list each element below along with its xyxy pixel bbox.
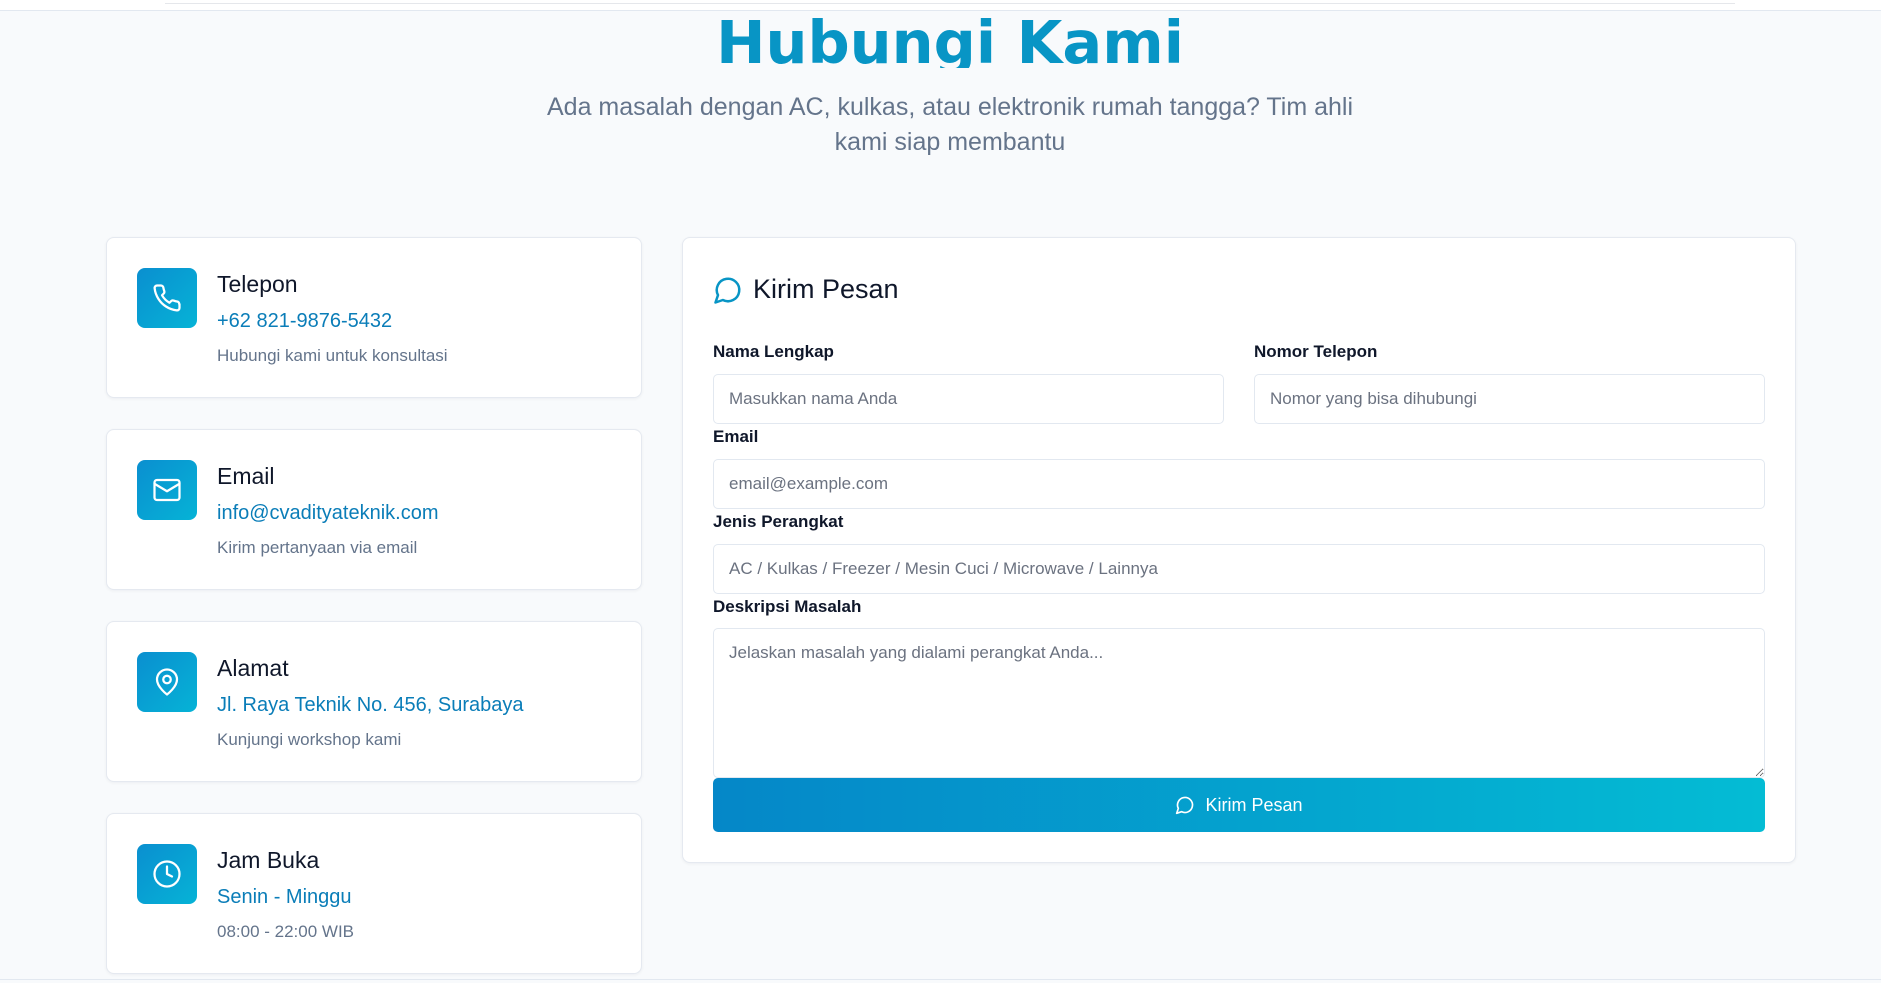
contact-card-address: Alamat Jl. Raya Teknik No. 456, Surabaya… [106, 621, 642, 782]
contact-phone-link[interactable]: +62 821-9876-5432 [217, 310, 392, 333]
submit-message-button[interactable]: Kirim Pesan [713, 778, 1765, 832]
contact-email-link[interactable]: info@cvadityateknik.com [217, 502, 439, 525]
contact-card-email: Email info@cvadityateknik.com Kirim pert… [106, 429, 642, 590]
name-input[interactable] [713, 374, 1224, 424]
problem-description-label: Deskripsi Masalah [713, 597, 862, 616]
device-type-input[interactable] [713, 544, 1765, 594]
message-circle-icon [714, 277, 741, 304]
clock-icon [137, 844, 197, 904]
contact-card-phone: Telepon +62 821-9876-5432 Hubungi kami u… [106, 237, 642, 398]
device-type-label: Jenis Perangkat [713, 512, 844, 531]
message-circle-icon [1176, 796, 1194, 815]
email-label: Email [713, 427, 759, 446]
contact-card-title: Jam Buka [217, 847, 320, 873]
contact-form-card: Kirim Pesan Nama Lengkap Nomor Telepon E… [682, 237, 1796, 863]
submit-button-label: Kirim Pesan [1205, 794, 1303, 815]
contact-card-description: Kunjungi workshop kami [217, 730, 402, 749]
contact-address-link[interactable]: Jl. Raya Teknik No. 456, Surabaya [217, 694, 523, 717]
name-label: Nama Lengkap [713, 342, 834, 361]
page-title: Hubungi Kami [716, 8, 1184, 68]
contact-hours-days: Senin - Minggu [217, 886, 352, 908]
section-bottom-divider [0, 979, 1881, 980]
navbar-inner-edge [165, 0, 1735, 4]
problem-description-textarea[interactable] [713, 628, 1765, 778]
mail-icon [137, 460, 197, 520]
contact-card-description: Kirim pertanyaan via email [217, 538, 418, 557]
contact-card-title: Telepon [217, 271, 298, 297]
email-input[interactable] [713, 459, 1765, 509]
phone-label: Nomor Telepon [1254, 342, 1378, 361]
contact-card-description: Hubungi kami untuk konsultasi [217, 346, 448, 365]
contact-card-title: Alamat [217, 655, 289, 681]
form-title: Kirim Pesan [753, 274, 899, 304]
page-subtitle: Ada masalah dengan AC, kulkas, atau elek… [546, 93, 1354, 156]
contact-card-title: Email [217, 463, 275, 489]
contact-card-hours: Jam Buka Senin - Minggu 08:00 - 22:00 WI… [106, 813, 642, 974]
phone-icon [137, 268, 197, 328]
map-pin-icon [137, 652, 197, 712]
phone-input[interactable] [1254, 374, 1765, 424]
contact-card-description: 08:00 - 22:00 WIB [217, 922, 355, 941]
form-header: Kirim Pesan [713, 274, 899, 305]
